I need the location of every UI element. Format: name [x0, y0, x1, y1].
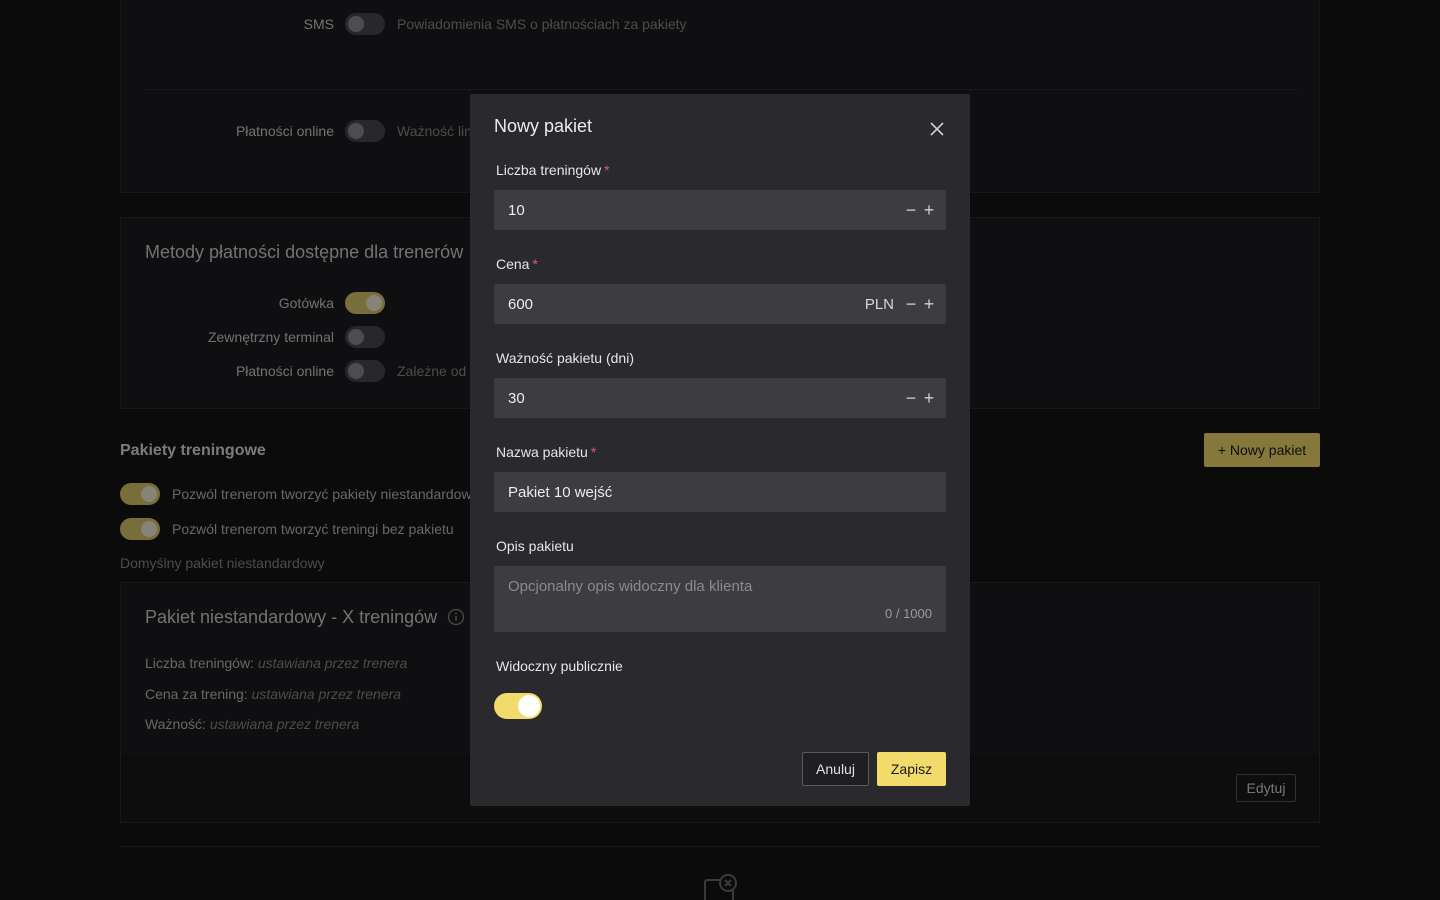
required-marker: * — [604, 162, 610, 178]
minus-icon[interactable]: − — [904, 295, 918, 313]
training-count-label-text: Liczba treningów — [496, 162, 602, 178]
price-value: 600 — [508, 295, 534, 313]
public-label: Widoczny publicznie — [496, 658, 623, 674]
required-marker: * — [532, 256, 538, 272]
description-textarea[interactable]: Opcjonalny opis widoczny dla klienta 0 /… — [494, 566, 946, 632]
plus-icon[interactable]: + — [922, 295, 936, 313]
character-counter: 0 / 1000 — [885, 606, 932, 621]
validity-value: 30 — [508, 389, 525, 407]
package-name-value: Pakiet 10 wejść — [508, 483, 613, 501]
public-toggle[interactable] — [494, 693, 542, 719]
validity-label-text: Ważność pakietu (dni) — [496, 350, 634, 366]
package-name-input[interactable]: Pakiet 10 wejść — [494, 472, 946, 512]
training-count-input[interactable]: 10 − + — [494, 190, 946, 230]
price-label-text: Cena — [496, 256, 530, 272]
plus-icon[interactable]: + — [922, 389, 936, 407]
price-input[interactable]: 600 PLN − + — [494, 284, 946, 324]
new-package-modal: Nowy pakiet Liczba treningów * 10 − + Cen… — [470, 94, 970, 806]
modal-title: Nowy pakiet — [494, 116, 593, 136]
validity-label: Ważność pakietu (dni) — [496, 350, 634, 366]
minus-icon[interactable]: − — [904, 389, 918, 407]
minus-icon[interactable]: − — [904, 201, 918, 219]
required-marker: * — [590, 444, 597, 460]
price-stepper: − + — [904, 295, 936, 313]
currency-suffix: PLN — [864, 295, 894, 313]
package-name-label: Nazwa pakietu * — [496, 444, 596, 460]
save-button[interactable]: Zapisz — [877, 752, 946, 786]
public-label-text: Widoczny publicznie — [496, 658, 623, 674]
price-label: Cena * — [496, 256, 538, 272]
description-label-text: Opis pakietu — [496, 538, 574, 554]
close-icon[interactable] — [926, 118, 948, 140]
validity-stepper: − + — [904, 389, 936, 407]
training-count-label: Liczba treningów * — [496, 162, 610, 178]
description-placeholder: Opcjonalny opis widoczny dla klienta — [508, 578, 753, 595]
plus-icon[interactable]: + — [922, 201, 936, 219]
training-count-stepper: − + — [904, 201, 936, 219]
package-name-label-text: Nazwa pakietu — [496, 444, 588, 460]
toggle-knob — [518, 695, 540, 717]
training-count-value: 10 — [508, 201, 525, 219]
validity-input[interactable]: 30 − + — [494, 378, 946, 418]
cancel-button[interactable]: Anuluj — [802, 752, 869, 786]
description-label: Opis pakietu — [496, 538, 574, 554]
